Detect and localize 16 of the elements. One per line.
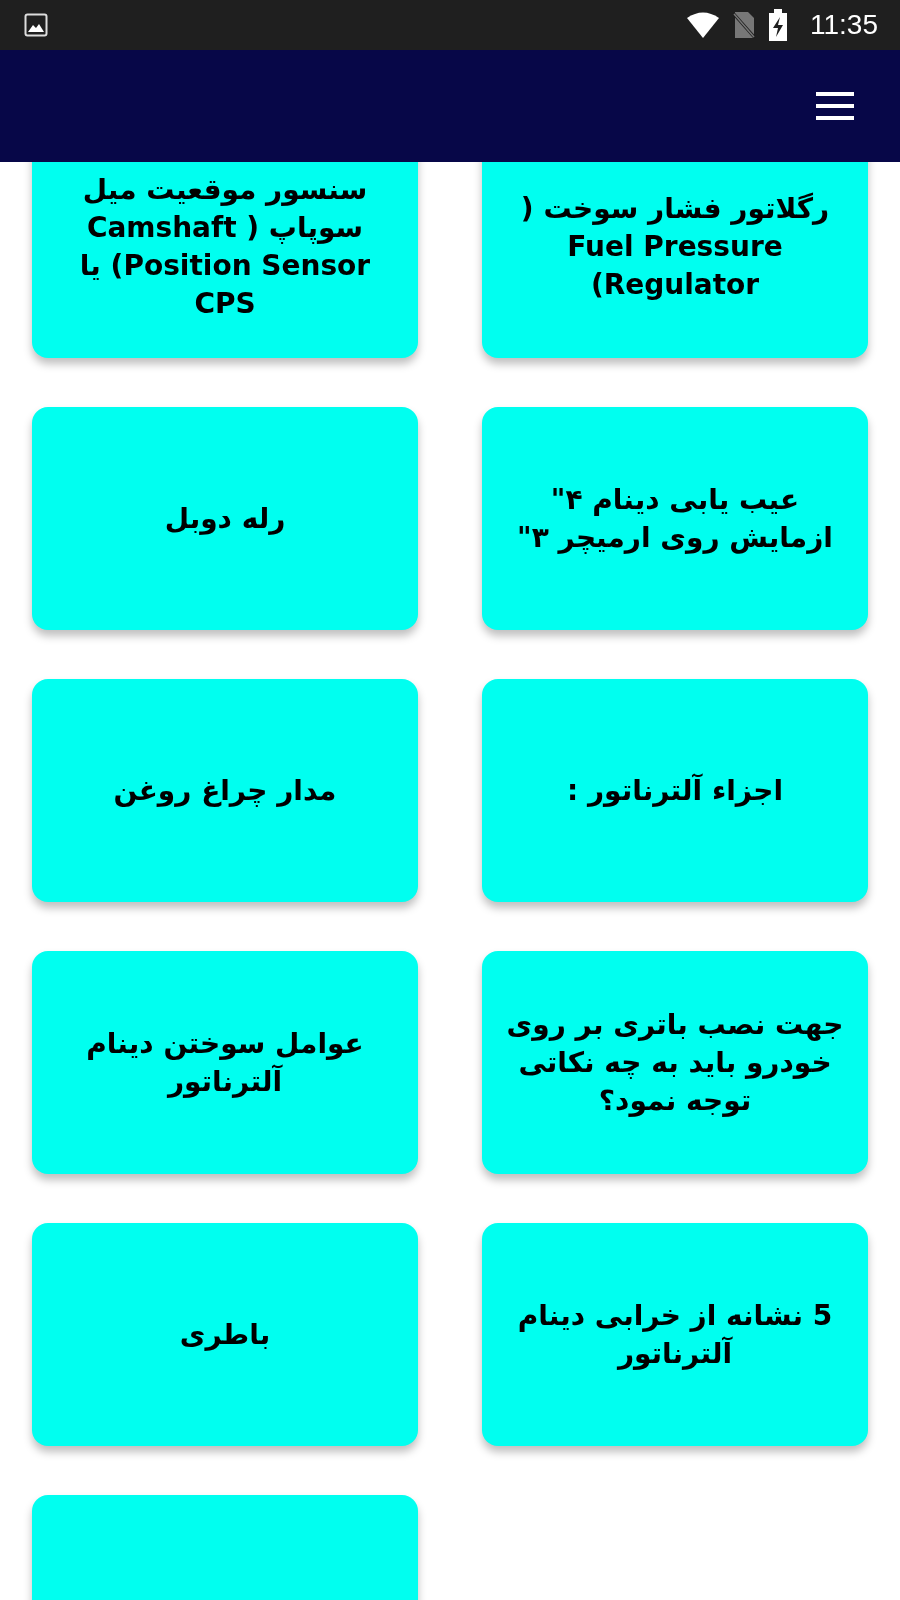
topic-card[interactable]: سنسور موقعیت میل سوپاپ ( Camshaft Position Sensor) یا CPS [32,162,418,358]
topic-card[interactable]: باطری [32,1223,418,1446]
topic-card[interactable]: مدار چراغ روغن [32,679,418,902]
topic-card[interactable]: عوامل سوختن دینام آلترناتور [32,951,418,1174]
topic-card[interactable]: رله دوبل [32,407,418,630]
topic-card[interactable]: 5 نشانه از خرابی دینام آلترناتور [482,1223,868,1446]
image-icon [24,13,48,37]
topic-card[interactable]: جهت نصب باتری بر روی خودرو باید به چه نکاتی توجه نمود؟ [482,951,868,1174]
topic-card[interactable]: اجزاء آلترناتور : [482,679,868,902]
topic-card[interactable]: رگلاتور فشار سوخت ( Fuel Pressure Regulator) [482,162,868,358]
no-sim-icon [732,11,756,39]
clock-time: 11:35 [810,9,878,41]
wifi-icon [686,12,720,38]
battery-charging-icon [768,9,788,41]
topic-card[interactable]: عیب یابی دینام ۴" ازمایش روی ارمیچر ۳" [482,407,868,630]
menu-icon [816,92,854,120]
